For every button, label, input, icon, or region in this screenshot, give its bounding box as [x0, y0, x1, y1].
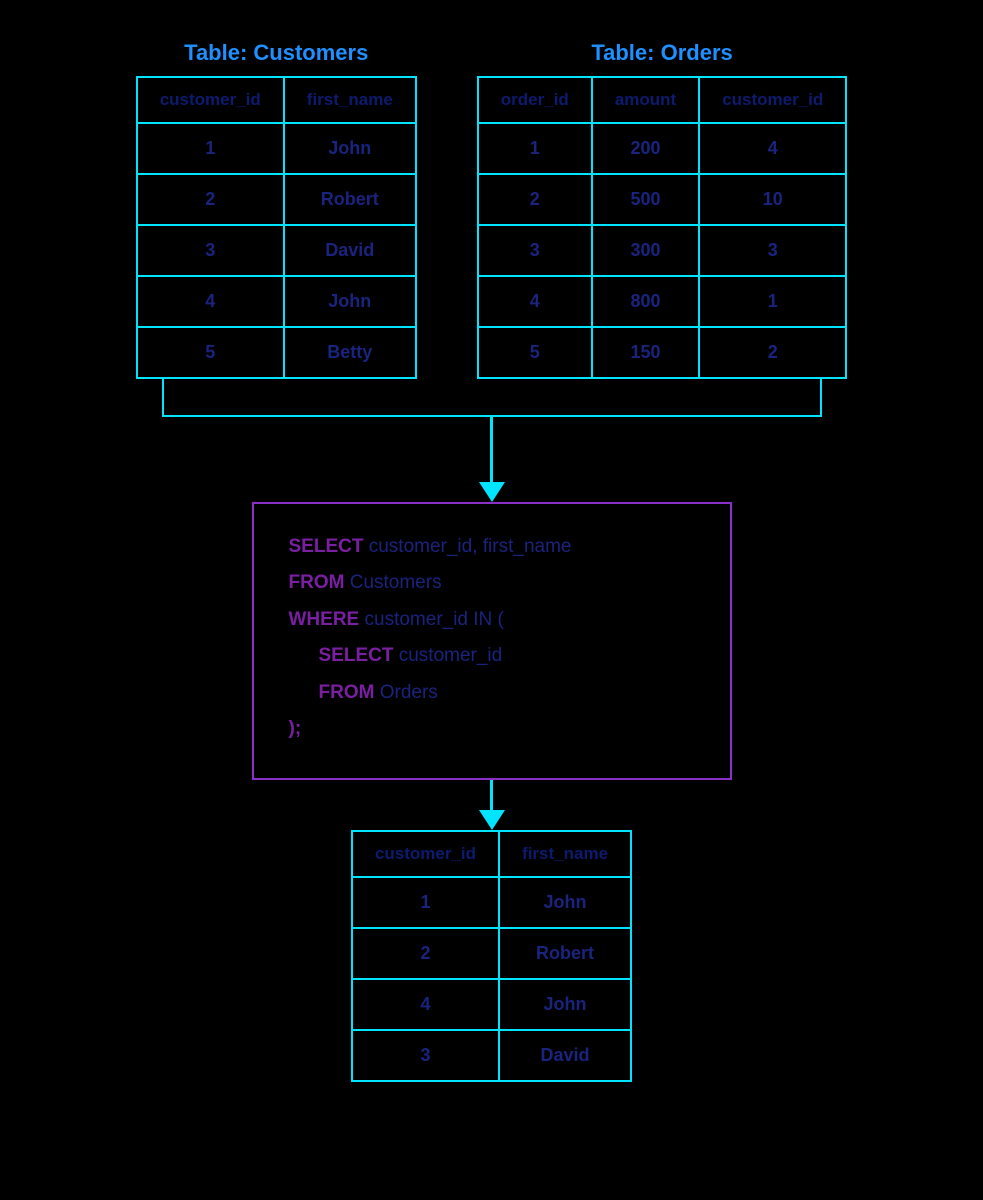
result-col-id: customer_id	[352, 831, 499, 877]
table-row: 2Robert	[352, 928, 631, 979]
sql-line-1: SELECT customer_id, first_name	[289, 532, 695, 562]
arrow-head-2	[479, 810, 505, 830]
result-section: customer_id first_name 1John2Robert4John…	[351, 830, 632, 1082]
table-row: 250010	[478, 174, 847, 225]
table-row: 3David	[137, 225, 416, 276]
arrow-shaft-2	[490, 780, 493, 810]
kw-closing: );	[289, 718, 302, 739]
arrow-head-1	[479, 482, 505, 502]
sql-line-2: FROM Customers	[289, 568, 695, 598]
table-row: 1John	[352, 877, 631, 928]
arrow-to-result	[479, 780, 505, 830]
orders-table: order_id amount customer_id 120042500103…	[477, 76, 848, 379]
kw-select-1: SELECT	[289, 536, 364, 557]
arrow-to-sql	[479, 452, 505, 502]
customers-table: customer_id first_name 1John2Robert3Davi…	[136, 76, 417, 379]
table-row: 48001	[478, 276, 847, 327]
orders-title: Table: Orders	[591, 40, 732, 66]
customers-section: Table: Customers customer_id first_name …	[136, 40, 417, 379]
table-row: 12004	[478, 123, 847, 174]
customers-col-name: first_name	[284, 77, 416, 123]
table-row: 5Betty	[137, 327, 416, 378]
table-row: 51502	[478, 327, 847, 378]
table-row: 2Robert	[137, 174, 416, 225]
tables-row: Table: Customers customer_id first_name …	[20, 40, 963, 379]
orders-col-custid: customer_id	[699, 77, 846, 123]
table-row: 3David	[352, 1030, 631, 1081]
sql-line-6: );	[289, 714, 695, 744]
table-row: 4John	[137, 276, 416, 327]
diagram: Table: Customers customer_id first_name …	[20, 40, 963, 1082]
arrow-shaft-1	[490, 452, 493, 482]
orders-section: Table: Orders order_id amount customer_i…	[477, 40, 848, 379]
bracket-connector	[162, 379, 822, 452]
sql-line-5: FROM Orders	[289, 678, 695, 708]
result-col-name: first_name	[499, 831, 631, 877]
kw-where: WHERE	[289, 609, 360, 630]
kw-from-1: FROM	[289, 572, 345, 593]
bracket-top-line	[162, 379, 822, 417]
orders-col-amount: amount	[592, 77, 699, 123]
orders-col-orderid: order_id	[478, 77, 592, 123]
bracket-vertical	[490, 417, 493, 452]
kw-select-2: SELECT	[319, 645, 394, 666]
sql-box: SELECT customer_id, first_name FROM Cust…	[252, 502, 732, 780]
table-row: 1John	[137, 123, 416, 174]
table-row: 4John	[352, 979, 631, 1030]
result-table: customer_id first_name 1John2Robert4John…	[351, 830, 632, 1082]
kw-from-2: FROM	[319, 682, 375, 703]
customers-col-id: customer_id	[137, 77, 284, 123]
sql-line-3: WHERE customer_id IN (	[289, 605, 695, 635]
sql-line-4: SELECT customer_id	[289, 641, 695, 671]
customers-title: Table: Customers	[184, 40, 368, 66]
table-row: 33003	[478, 225, 847, 276]
